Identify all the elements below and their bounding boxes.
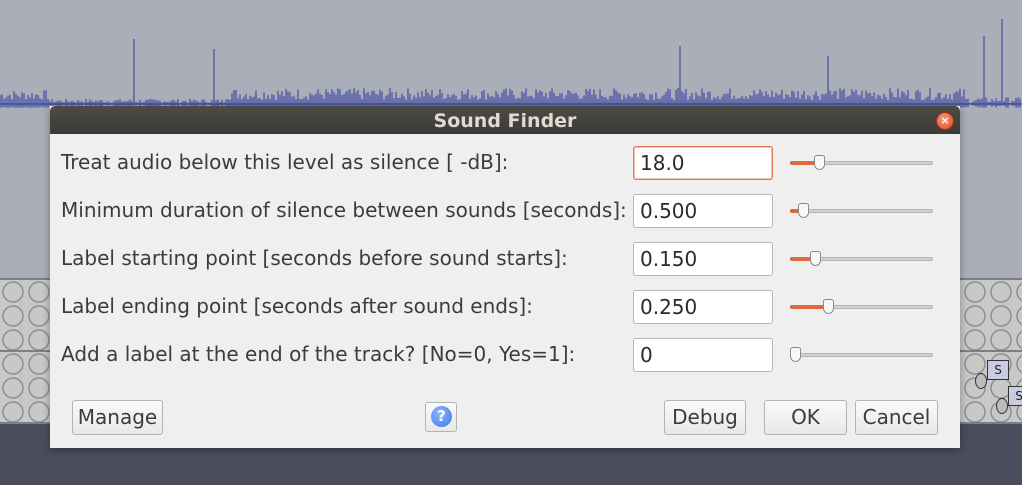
solo-button-1[interactable]: S	[987, 360, 1009, 380]
dialog-titlebar[interactable]: Sound Finder ×	[50, 106, 960, 134]
label-start-input[interactable]	[633, 242, 773, 276]
label-end-input[interactable]	[633, 290, 773, 324]
label-start-slider[interactable]	[790, 251, 933, 267]
close-icon[interactable]: ×	[936, 112, 954, 130]
slider-thumb[interactable]	[814, 155, 825, 170]
dialog-title: Sound Finder	[433, 110, 577, 132]
slider-thumb[interactable]	[798, 203, 809, 218]
track-gain-knob[interactable]	[996, 398, 1008, 414]
sound-finder-dialog: Sound Finder × Treat audio below this le…	[50, 106, 960, 448]
help-button[interactable]: ?	[425, 402, 457, 432]
debug-button[interactable]: Debug	[664, 400, 746, 435]
slider-track	[790, 209, 933, 213]
cancel-button[interactable]: Cancel	[855, 400, 938, 435]
final-label-input[interactable]	[633, 338, 773, 372]
final-label-slider[interactable]	[790, 347, 933, 363]
silence-level-label: Treat audio below this level as silence …	[61, 150, 509, 174]
silence-level-slider[interactable]	[790, 155, 933, 171]
help-icon: ?	[431, 406, 452, 427]
min-silence-duration-label: Minimum duration of silence between soun…	[61, 198, 627, 222]
slider-track	[790, 353, 933, 357]
ok-button[interactable]: OK	[764, 400, 847, 435]
param-row-label-end: Label ending point [seconds after sound …	[50, 290, 960, 324]
param-row-min-silence-duration: Minimum duration of silence between soun…	[50, 194, 960, 228]
slider-thumb[interactable]	[790, 347, 801, 362]
slider-thumb[interactable]	[823, 299, 834, 314]
label-end-slider[interactable]	[790, 299, 933, 315]
label-end-label: Label ending point [seconds after sound …	[61, 294, 533, 318]
min-silence-duration-slider[interactable]	[790, 203, 933, 219]
param-row-final-label: Add a label at the end of the track? [No…	[50, 338, 960, 372]
track-pan-knob[interactable]	[975, 373, 987, 389]
silence-level-input[interactable]	[633, 146, 773, 180]
min-silence-duration-input[interactable]	[633, 194, 773, 228]
slider-thumb[interactable]	[810, 251, 821, 266]
slider-fill	[790, 305, 827, 309]
manage-button[interactable]: Manage	[72, 400, 163, 435]
param-row-silence-level: Treat audio below this level as silence …	[50, 146, 960, 180]
param-row-label-start: Label starting point [seconds before sou…	[50, 242, 960, 276]
solo-button-2[interactable]: S	[1008, 386, 1022, 406]
final-label-label: Add a label at the end of the track? [No…	[61, 342, 576, 366]
label-start-label: Label starting point [seconds before sou…	[61, 246, 568, 270]
